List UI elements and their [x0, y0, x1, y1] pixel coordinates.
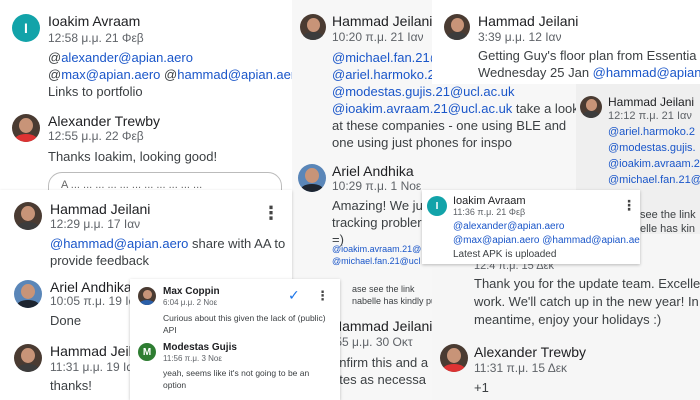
comment-line-2: API	[163, 325, 177, 335]
avatar-hammad	[300, 14, 326, 40]
comment-card-ioakim-links: I Ioakim Avraam 12:58 μ.μ. 21 Φεβ @alexa…	[0, 0, 292, 190]
author-name: Hammad Jeilani	[608, 95, 695, 109]
author-name: Alexander Trewby	[48, 113, 161, 129]
timestamp: 6:04 μ.μ. 2 Νοε	[163, 298, 218, 307]
comment-card-ioakim-apk: I Ioakim Avraam 11:36 π.μ. 21 Φεβ ⋮ @ale…	[422, 190, 640, 264]
author-name: Ariel Andhika	[50, 279, 132, 295]
comment-line-2: option	[163, 380, 187, 390]
comment-line-6: one using just phones for inspo	[332, 135, 512, 150]
author-name: Hammad Jeilani	[332, 318, 433, 334]
mention-ariel[interactable]: @ariel.harmoko.21	[332, 67, 442, 82]
mention-ioakim[interactable]: @ioakim.avraam.21@ucl.ac.uk	[332, 101, 512, 116]
comment-line-1: Amazing! We ju	[332, 198, 423, 213]
comment-text: +1	[474, 380, 489, 395]
mention-modestas[interactable]: @modestas.gujis.	[608, 142, 696, 154]
mention-alexander[interactable]: alexander@apian.aero	[61, 50, 193, 65]
timestamp: :55 μ.μ. 30 Οκτ	[332, 335, 413, 349]
timestamp: 11:36 π.μ. 21 Φεβ	[453, 207, 526, 217]
mention-hammad[interactable]: @hammad@apian	[593, 65, 700, 80]
author-name: Alexander Trewby	[474, 344, 587, 360]
avatar-ariel	[298, 164, 326, 192]
mention-ariel[interactable]: @ariel.harmoko.2	[608, 126, 695, 138]
timestamp: 11:31 μ.μ. 19 Ιαν	[50, 360, 140, 374]
comment-line-2: tracking probler	[332, 215, 422, 230]
comment-fragment: ase see the link	[352, 284, 415, 294]
comment-text: Thanks Ioakim, looking good!	[48, 149, 218, 164]
avatar-alexander	[440, 344, 468, 372]
timestamp: 11:31 π.μ. 15 Δεκ	[474, 361, 568, 375]
reply-input[interactable]: A ... ... ... ... ... ... ... ... ... ..…	[48, 172, 282, 190]
author-name: Hammad Jeilani	[332, 13, 433, 29]
comment-card-hammad-floor-plan: Hammad Jeilani 3:39 μ.μ. 12 Ιαν Getting …	[432, 0, 700, 84]
timestamp: 10:05 π.μ. 19 Ιαν	[50, 294, 142, 308]
avatar-ioakim: I	[12, 14, 40, 42]
comment-fragment: elle has kin	[640, 223, 696, 234]
comment-text: Done	[50, 313, 82, 328]
mention-michael[interactable]: @michael.fan.21@	[608, 174, 700, 186]
timestamp: 12:29 μ.μ. 17 Ιαν	[50, 217, 141, 231]
timestamp: 10:20 π.μ. 21 Ιαν	[332, 30, 424, 44]
mention-fragment[interactable]: @michael.fan.21@ucl	[332, 256, 420, 266]
timestamp: 10:29 π.μ. 1 Νοε	[332, 179, 422, 193]
avatar-hammad	[14, 344, 42, 372]
avatar-alexander	[12, 114, 40, 142]
comment-mentions-1: @alexander@apian.aero	[48, 50, 193, 65]
comment-line-1: Getting Guy's floor plan from Essentia o…	[478, 48, 700, 63]
comment-line-2: provide feedback	[50, 253, 150, 268]
comment-line-1: onfirm this and a	[332, 355, 429, 370]
comment-line-4: @ioakim.avraam.21@ucl.ac.uk take a look	[332, 101, 579, 116]
timestamp: 11:56 π.μ. 3 Νοε	[163, 354, 222, 363]
timestamp: 12:55 μ.μ. 22 Φεβ	[48, 129, 144, 143]
author-name: Max Coppin	[163, 286, 220, 297]
comment-text: thanks!	[50, 378, 92, 393]
more-options-icon[interactable]: ⋮	[622, 198, 636, 212]
avatar-ioakim: I	[427, 196, 447, 216]
avatar-hammad	[14, 202, 42, 230]
more-options-icon[interactable]: ⋮	[262, 204, 280, 222]
comment-line-1: yeah, seems like it's not going to be an	[163, 368, 310, 378]
mention-fragment[interactable]: @ioakim.avraam.21@	[332, 244, 421, 254]
comment-line-2: Wednesday 25 Jan @hammad@apian	[478, 65, 700, 80]
author-name: Ariel Andhika	[332, 163, 414, 179]
timestamp: 3:39 μ.μ. 12 Ιαν	[478, 30, 562, 44]
mention-ioakim[interactable]: @ioakim.avraam.2	[608, 158, 700, 170]
author-name: Ioakim Avraam	[453, 195, 526, 207]
mention-alexander[interactable]: @alexander@apian.aero	[453, 221, 564, 232]
author-name: Ioakim Avraam	[48, 13, 141, 29]
mention-hammad[interactable]: @hammad@apian.aero	[50, 236, 188, 251]
comment-mentions-2: @max@apian.aero @hammad@apian.aero	[48, 67, 292, 82]
avatar-ariel	[14, 280, 42, 308]
mention-modestas[interactable]: @modestas.gujis.21@ucl.ac.uk	[332, 84, 514, 99]
reply-input-text: A ... ... ... ... ... ... ... ... ... ..…	[61, 179, 203, 190]
author-name: Modestas Gujis	[163, 342, 237, 353]
mention-max-hammad[interactable]: @max@apian.aero @hammad@apian.aero	[453, 235, 640, 246]
avatar-hammad	[444, 14, 470, 40]
comment-line-2: ates as necessa	[332, 372, 426, 387]
comment-line-5: at these companies - one using BLE and	[332, 118, 567, 133]
timestamp: 12:58 μ.μ. 21 Φεβ	[48, 31, 144, 45]
comment-fragment: see the link	[640, 209, 696, 221]
comment-card-max-api: Max Coppin 6:04 μ.μ. 2 Νοε ✓ ⋮ Curious a…	[130, 279, 340, 400]
resolve-check-icon[interactable]: ✓	[288, 287, 300, 304]
author-name: Hammad Jeilani	[50, 201, 151, 217]
comment-line-2: work. We'll catch up in the new year! In…	[474, 294, 700, 309]
timestamp: 12:12 π.μ. 21 Ιαν	[608, 110, 692, 122]
mention-max[interactable]: max@apian.aero	[61, 67, 160, 82]
author-name: Hammad Jeilani	[478, 13, 579, 29]
avatar-modestas: M	[138, 343, 156, 361]
mention-michael[interactable]: @michael.fan.21@	[332, 50, 443, 65]
comment-text: Links to portfolio	[48, 84, 143, 99]
mention-hammad[interactable]: hammad@apian.aero	[177, 67, 292, 82]
more-options-icon[interactable]: ⋮	[316, 289, 329, 302]
avatar-max	[138, 287, 156, 305]
comment-line-1: Curious about this given the lack of (pu…	[163, 313, 326, 323]
comment-line-1: Thank you for the update team. Excellent	[474, 276, 700, 291]
comment-line-1: @hammad@apian.aero share with AA to	[50, 236, 286, 251]
comment-text: Latest APK is uploaded	[453, 249, 557, 260]
avatar-hammad	[580, 96, 602, 118]
comment-fragment: nabelle has kindly put t	[352, 296, 444, 306]
comment-line-3: meantime, enjoy your holidays :)	[474, 312, 662, 327]
